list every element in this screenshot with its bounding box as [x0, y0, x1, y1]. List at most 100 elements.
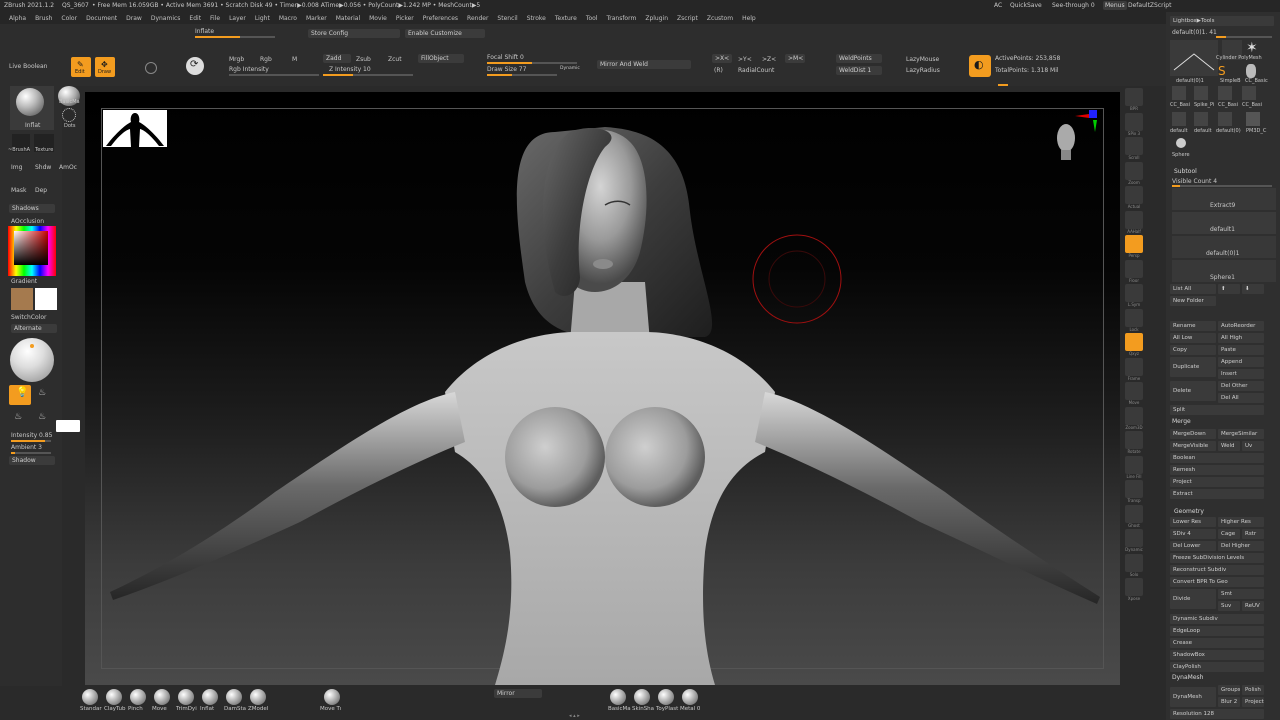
- all-high-button[interactable]: All High: [1218, 333, 1264, 343]
- blur-slider[interactable]: Blur 2: [1218, 697, 1240, 707]
- subtool-item-extract9[interactable]: Extract9: [1172, 188, 1276, 210]
- light-sphere[interactable]: [10, 338, 54, 382]
- frame-icon[interactable]: [1125, 357, 1143, 376]
- subtool-item-default1[interactable]: default1: [1172, 212, 1276, 234]
- copy-button[interactable]: Copy: [1170, 345, 1216, 355]
- shadows-button[interactable]: Shadows: [9, 204, 55, 213]
- menu-marker[interactable]: Marker: [306, 15, 327, 22]
- menu-transform[interactable]: Transform: [606, 15, 636, 22]
- shadow-button[interactable]: Shadow: [9, 456, 55, 465]
- extract-button[interactable]: Extract: [1170, 489, 1264, 499]
- tool-thumb-spike[interactable]: [1194, 86, 1208, 100]
- dots-stroke-icon[interactable]: [62, 108, 76, 122]
- weld-dist-slider[interactable]: WeldDist 1: [836, 66, 882, 75]
- document-canvas[interactable]: [85, 92, 1120, 685]
- menu-zplugin[interactable]: Zplugin: [645, 15, 668, 22]
- project-toggle[interactable]: Project: [1242, 697, 1264, 707]
- zoom-icon[interactable]: [1125, 161, 1143, 180]
- move-topological-icon[interactable]: [324, 689, 340, 705]
- xpose-icon[interactable]: [1125, 578, 1143, 596]
- zcut-button[interactable]: Zcut: [388, 56, 402, 63]
- suv-toggle[interactable]: Suv: [1218, 601, 1240, 611]
- tool-thumb-cc-basi[interactable]: [1172, 86, 1186, 100]
- merge-visible-button[interactable]: MergeVisible: [1170, 441, 1216, 451]
- menu-movie[interactable]: Movie: [369, 15, 387, 22]
- draw-size-track[interactable]: [487, 74, 557, 76]
- focal-shift-slider[interactable]: Focal Shift 0: [487, 54, 524, 61]
- dynamesh-button[interactable]: DynaMesh: [1170, 687, 1216, 707]
- light-bulb-button[interactable]: 💡: [9, 385, 31, 405]
- rename-button[interactable]: Rename: [1170, 321, 1216, 331]
- mirror-button[interactable]: Mirror: [494, 689, 542, 698]
- star-tool-icon[interactable]: ✶: [1246, 40, 1258, 56]
- menu-draw[interactable]: Draw: [126, 15, 142, 22]
- bulb-icon-3[interactable]: ♨: [14, 412, 22, 422]
- brush-0-icon[interactable]: [82, 689, 98, 705]
- tool-thumb-default-3[interactable]: [1194, 112, 1208, 126]
- list-all-button[interactable]: List All: [1170, 284, 1216, 294]
- menu-brush[interactable]: Brush: [35, 15, 52, 22]
- menu-macro[interactable]: Macro: [279, 15, 297, 22]
- tool-slider[interactable]: [1216, 36, 1272, 38]
- ambient-slider[interactable]: Ambient 3: [11, 444, 42, 451]
- project-button[interactable]: Project: [1170, 477, 1264, 487]
- see-through-slider[interactable]: See-through 0: [1052, 2, 1095, 9]
- tool-thumb-cc-basi-3[interactable]: [1242, 86, 1256, 100]
- mrgb-button[interactable]: Mrgb: [229, 56, 244, 63]
- groups-toggle[interactable]: Groups: [1218, 685, 1240, 695]
- menu-document[interactable]: Document: [86, 15, 117, 22]
- lightbox-tools-button[interactable]: Lightbox▶Tools: [1170, 16, 1274, 26]
- bulb-icon-2[interactable]: ♨: [38, 388, 46, 398]
- del-lower-button[interactable]: Del Lower: [1170, 541, 1216, 551]
- material-3-icon[interactable]: [682, 689, 698, 705]
- brush-5-icon[interactable]: [202, 689, 218, 705]
- aahalf-icon[interactable]: [1125, 210, 1143, 229]
- subtool-item-default01[interactable]: default(0)1: [1172, 236, 1276, 258]
- reuv-toggle[interactable]: ReUV: [1242, 601, 1264, 611]
- menu-stroke[interactable]: Stroke: [527, 15, 546, 22]
- reconstruct-subdiv-button[interactable]: Reconstruct Subdiv: [1170, 565, 1264, 575]
- subtool-header[interactable]: Subtool: [1174, 168, 1197, 175]
- bpr-icon[interactable]: [1125, 88, 1143, 106]
- menu-stencil[interactable]: Stencil: [497, 15, 517, 22]
- remesh-button[interactable]: Remesh: [1170, 465, 1264, 475]
- weld-button[interactable]: Weld: [1218, 441, 1240, 451]
- material-2-icon[interactable]: [658, 689, 674, 705]
- store-config-button[interactable]: Store Config: [308, 29, 400, 38]
- draw-size-slider[interactable]: Draw Size 77: [487, 66, 526, 73]
- menu-color[interactable]: Color: [61, 15, 77, 22]
- radial-r-button[interactable]: (R): [714, 67, 723, 74]
- merge-header[interactable]: Merge: [1172, 418, 1191, 425]
- crease-button[interactable]: Crease: [1170, 638, 1264, 648]
- menu-picker[interactable]: Picker: [396, 15, 414, 22]
- cage-button[interactable]: Cage: [1218, 529, 1240, 539]
- brush-3-icon[interactable]: [154, 689, 170, 705]
- brush-4-icon[interactable]: [178, 689, 194, 705]
- main-color-swatch[interactable]: [11, 288, 33, 310]
- default-zscript-button[interactable]: DefaultZScript: [1128, 2, 1171, 9]
- lsym-icon[interactable]: [1125, 284, 1143, 302]
- persp-icon[interactable]: [1125, 235, 1143, 253]
- lower-res-button[interactable]: Lower Res: [1170, 517, 1216, 527]
- menu-zcustom[interactable]: Zcustom: [707, 15, 733, 22]
- switch-color-button[interactable]: SwitchColor: [11, 314, 47, 321]
- all-low-button[interactable]: All Low: [1170, 333, 1216, 343]
- intensity-track[interactable]: [11, 440, 51, 442]
- dynamic-button[interactable]: Dynamic: [560, 66, 580, 71]
- material-1-icon[interactable]: [634, 689, 650, 705]
- draw-mode-button[interactable]: Draw ✥: [95, 57, 115, 77]
- symmetry-x-button[interactable]: >X<: [712, 54, 732, 63]
- tool-thumb-default-2[interactable]: [1172, 112, 1186, 126]
- smt-toggle[interactable]: Smt: [1218, 589, 1264, 599]
- menu-render[interactable]: Render: [467, 15, 488, 22]
- rotate-icon[interactable]: [1125, 431, 1143, 449]
- split-button[interactable]: Split: [1170, 405, 1264, 415]
- simplebrush-icon[interactable]: S: [1218, 64, 1226, 78]
- polyframe-button[interactable]: ◐: [969, 55, 991, 77]
- menu-alpha[interactable]: Alpha: [9, 15, 26, 22]
- mask-button[interactable]: Mask: [11, 187, 26, 194]
- secondary-color-swatch[interactable]: [35, 288, 57, 310]
- rgb-button[interactable]: Rgb: [260, 56, 272, 63]
- amoc-button[interactable]: AmOc: [59, 164, 77, 171]
- intensity-slider[interactable]: Intensity 0.85: [11, 432, 52, 439]
